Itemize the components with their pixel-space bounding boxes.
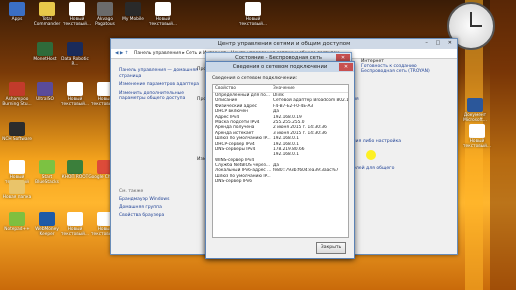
app-icon — [39, 160, 55, 174]
desktop-icon[interactable]: Total Commander — [30, 2, 64, 27]
desktop-icon[interactable]: КНОП ROOT — [58, 160, 92, 180]
value-cell — [273, 179, 348, 184]
app-icon — [9, 180, 25, 194]
app-icon — [9, 212, 25, 226]
app-icon — [67, 42, 83, 56]
property-cell: DNS-сервер IPv6 — [215, 179, 252, 185]
desktop-icon-label: NCH Software — [2, 137, 32, 142]
table-header: Свойство Значение — [213, 85, 348, 93]
window-title: Центр управления сетями и общим доступом — [111, 39, 457, 49]
link-wireless-network[interactable]: Беспроводная сеть (TROYAN) — [361, 69, 430, 74]
desktop-icon[interactable]: My Mobile — [116, 2, 150, 22]
details-dialog-title: Сведения о сетевом подключении — [206, 62, 354, 72]
table-row[interactable]: DNS-сервер IPv6 — [213, 179, 348, 184]
sidebar-link-sharing[interactable]: Изменить дополнительные параметры общего… — [119, 91, 209, 102]
sidebar-link-home[interactable]: Панель управления — домашняя страница — [119, 68, 209, 79]
desktop-icon[interactable]: Новый текстовый... — [146, 2, 180, 27]
see-also: См. также Брандмауэр Windows Домашняя гр… — [119, 189, 169, 221]
desktop-icon[interactable]: Новый текстовый... — [58, 82, 92, 107]
back-arrow-icon[interactable]: ◀ ▶ ↑ — [115, 51, 129, 56]
desktop-icon-label: Документ Microsoft... — [463, 113, 487, 123]
desktop-icon-label: КНОП ROOT — [61, 175, 89, 180]
app-icon — [37, 42, 53, 56]
app-icon — [69, 2, 85, 16]
desktop-icon[interactable]: MonetHost — [28, 42, 62, 62]
desktop-icon-label: Apps — [11, 17, 23, 22]
window-controls: – □ ✕ — [422, 40, 455, 46]
desktop-icon-label: Новый текстовый... — [60, 227, 90, 237]
maximize-button[interactable]: □ — [432, 40, 443, 46]
details-close-icon[interactable]: ✕ — [339, 63, 353, 71]
desktop-icon[interactable]: Новая папка — [0, 180, 34, 200]
sidebar-link-adapter[interactable]: Изменение параметров адаптера — [119, 82, 209, 88]
desktop-icon[interactable]: NCH Software — [0, 122, 34, 142]
desktop-icon-label: Новый текстовый... — [60, 97, 90, 107]
app-icon — [37, 82, 53, 96]
app-icon — [9, 2, 25, 16]
see-also-firewall[interactable]: Брандмауэр Windows — [119, 197, 169, 202]
minimize-button[interactable]: – — [422, 40, 431, 46]
desktop-icon[interactable]: Notepad++ — [0, 212, 34, 232]
app-icon — [245, 2, 261, 16]
see-also-homegroup[interactable]: Домашняя группа — [119, 205, 169, 210]
clock-minute-hand — [470, 25, 482, 27]
app-icon — [67, 212, 83, 226]
desktop-icon[interactable]: Новый текстовый... — [460, 124, 494, 149]
app-icon — [97, 2, 113, 16]
desktop-icon-label: Новый текстовый... — [148, 17, 178, 27]
app-icon — [469, 124, 485, 138]
desktop-icon-label: Total Commander — [33, 17, 61, 27]
desktop-icon[interactable]: Data Robotic R... — [58, 42, 92, 67]
app-icon — [125, 2, 141, 16]
desktop-icon-label: Новый текстовый... — [238, 17, 268, 27]
desktop-icon[interactable]: Новый текстовый... — [236, 2, 270, 27]
mouse-cursor-highlight — [366, 150, 376, 160]
see-also-browser[interactable]: Свойства браузера — [119, 213, 169, 218]
app-icon — [39, 2, 55, 16]
close-button[interactable]: Закрыть — [316, 242, 346, 254]
app-icon — [67, 82, 83, 96]
app-icon — [9, 122, 25, 136]
close-button[interactable]: ✕ — [445, 40, 455, 46]
see-also-title: См. также — [119, 189, 144, 194]
app-icon — [9, 160, 25, 174]
desktop-icon-label: Новая папка — [2, 195, 32, 200]
details-table: Свойство Значение Определенный для по...… — [212, 84, 349, 238]
desktop-icon[interactable]: Apps — [0, 2, 34, 22]
desktop-icon-label: MonetHost — [33, 57, 57, 62]
desktop-icon-label: Новый текстовый... — [462, 139, 492, 149]
app-icon — [39, 212, 55, 226]
network-details-dialog: Сведения о сетевом подключении ✕ Сведени… — [205, 61, 355, 259]
desktop-icon[interactable]: Документ Microsoft... — [458, 98, 492, 123]
column-header-property[interactable]: Свойство — [213, 85, 273, 92]
text-fragment[interactable]: чения либо настройка — [347, 139, 401, 144]
desktop-icon-label: UltraISO — [36, 97, 54, 102]
clock-hour-hand — [470, 12, 472, 26]
connections-panel: Интернет Готовность к созданию Беспровод… — [361, 59, 430, 74]
desktop-icon-label: Data Robotic R... — [61, 57, 89, 67]
app-icon — [467, 98, 483, 112]
sidebar: Панель управления — домашняя страница Из… — [119, 68, 209, 105]
desktop-icon[interactable]: Новый текстовый... — [58, 212, 92, 237]
column-header-value[interactable]: Значение — [273, 85, 348, 92]
desktop-icon-label: My Mobile — [122, 17, 144, 22]
desktop-icon[interactable]: UltraISO — [28, 82, 62, 102]
desktop-icon-label: Notepad++ — [4, 227, 30, 232]
app-icon — [9, 82, 25, 96]
app-icon — [155, 2, 171, 16]
app-icon — [67, 160, 83, 174]
details-intro: Сведения о сетевом подключении: — [212, 76, 298, 81]
